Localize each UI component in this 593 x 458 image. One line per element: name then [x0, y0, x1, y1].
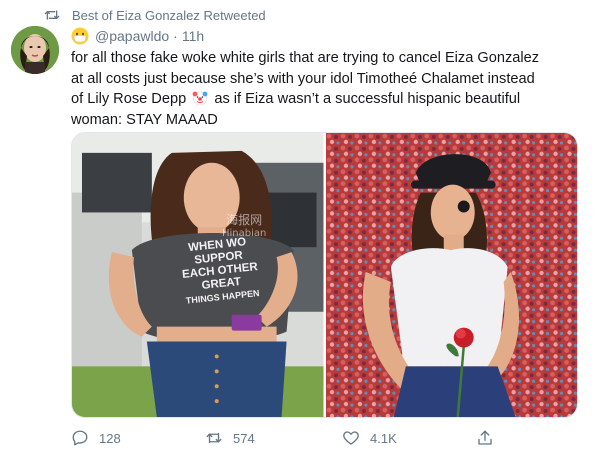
reply-icon — [72, 430, 88, 446]
retweet-button[interactable]: 574 — [205, 429, 255, 447]
tweet-text-segment: of Lily Rose Depp — [71, 91, 187, 107]
retweeted-by-label[interactable]: Best of Eiza Gonzalez Retweeted — [72, 8, 266, 23]
clown-face-emoji-icon — [192, 91, 208, 106]
reply-count: 128 — [99, 430, 121, 446]
timestamp[interactable]: 11h — [182, 28, 204, 44]
tweet-text-line: at all costs just because she’s with you… — [71, 70, 535, 87]
face-mask-emoji-icon — [71, 27, 89, 45]
tweet-text-line: for all those fake woke white girls that… — [71, 50, 540, 66]
like-count: 4.1K — [370, 430, 397, 446]
photo-right[interactable] — [325, 133, 577, 417]
author-handle[interactable]: @papawldo — [95, 28, 169, 44]
watermark: 海报网 Hinabian — [222, 213, 266, 241]
heart-icon — [343, 431, 359, 445]
tweet-text-line: of Lily Rose Depp as if Eiza wasn’t a su… — [71, 89, 576, 110]
photo-left[interactable]: WHEN WO SUPPOR EACH OTHER GREAT THINGS H… — [72, 133, 324, 417]
like-button[interactable]: 4.1K — [342, 429, 397, 447]
share-button[interactable] — [476, 429, 494, 447]
shirt-print: WHEN WO SUPPOR EACH OTHER GREAT THINGS H… — [157, 233, 283, 310]
tweet-header: @papawldo · 11h — [71, 27, 204, 45]
watermark-text: Hinabian — [222, 228, 267, 239]
avatar[interactable] — [11, 26, 59, 74]
reply-button[interactable]: 128 — [71, 429, 121, 447]
retweet-context[interactable]: Best of Eiza Gonzalez Retweeted — [44, 6, 266, 24]
media-grid[interactable]: WHEN WO SUPPOR EACH OTHER GREAT THINGS H… — [71, 132, 578, 418]
tweet-body: for all those fake woke white girls that… — [71, 48, 576, 130]
tweet-text-segment: as if Eiza wasn’t a successful hispanic … — [214, 91, 521, 107]
retweet-icon — [44, 9, 64, 21]
share-icon — [478, 430, 492, 445]
watermark-text: 海报网 — [226, 213, 263, 227]
retweet-icon — [206, 432, 222, 444]
tweet-actions: 128 574 4.1K — [71, 428, 501, 448]
retweet-count: 574 — [233, 430, 255, 446]
separator: · — [173, 28, 178, 44]
tweet-text-line: woman: STAY MAAAD — [71, 111, 218, 128]
